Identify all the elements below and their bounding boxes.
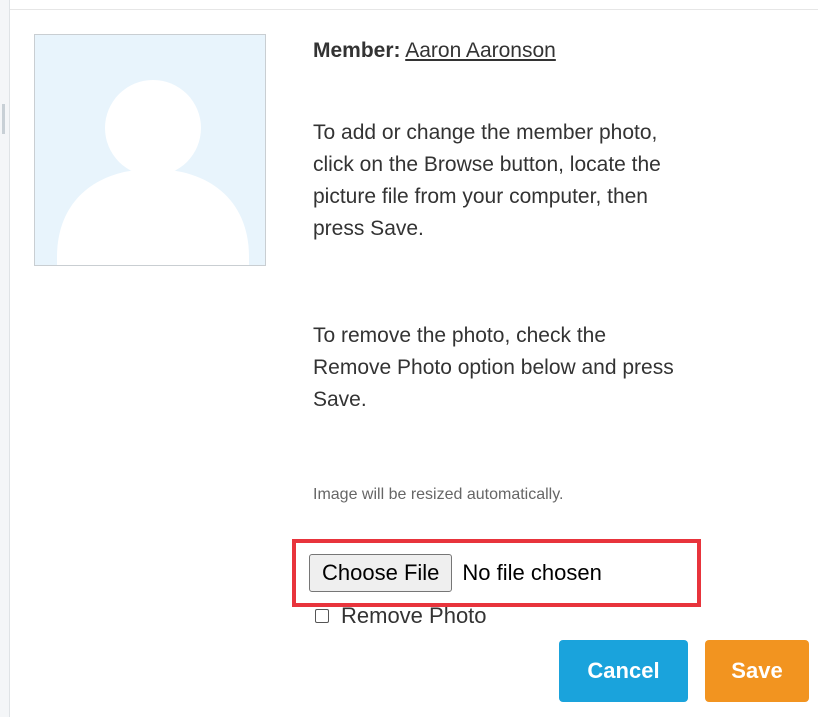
instruction-line: Remove Photo option below and press <box>313 356 674 379</box>
member-line: Member: Aaron Aaronson <box>313 34 813 68</box>
save-button[interactable]: Save <box>705 640 809 702</box>
file-status-text: No file chosen <box>462 560 602 585</box>
file-input[interactable]: Choose File No file chosen <box>309 553 602 593</box>
remove-photo-option[interactable]: Remove Photo <box>315 602 487 630</box>
background-panel-mark <box>2 104 5 134</box>
instruction-line: To add or change the member photo, <box>313 121 658 144</box>
cancel-button[interactable]: Cancel <box>559 640 688 702</box>
member-label: Member: <box>313 39 401 62</box>
member-photo-placeholder <box>34 34 266 266</box>
instruction-line: click on the Browse button, locate the <box>313 153 661 176</box>
member-name-link[interactable]: Aaron Aaronson <box>405 39 556 62</box>
remove-instructions: To remove the photo, check the Remove Ph… <box>313 320 803 416</box>
remove-photo-checkbox[interactable] <box>315 609 329 623</box>
page: Member: Aaron Aaronson To add or change … <box>0 0 818 717</box>
instruction-line: To remove the photo, check the <box>313 324 607 347</box>
instruction-line: press Save. <box>313 217 424 240</box>
background-panel-edge <box>0 0 10 717</box>
resize-note: Image will be resized automatically. <box>313 486 564 503</box>
default-avatar-icon <box>57 80 249 265</box>
photo-info-panel: Member: Aaron Aaronson To add or change … <box>313 34 813 503</box>
add-change-instructions: To add or change the member photo, click… <box>313 117 803 245</box>
remove-photo-label[interactable]: Remove Photo <box>341 603 487 629</box>
choose-file-button[interactable]: Choose File <box>309 554 453 592</box>
instruction-line: Save. <box>313 388 367 411</box>
instruction-line: picture file from your computer, then <box>313 185 648 208</box>
